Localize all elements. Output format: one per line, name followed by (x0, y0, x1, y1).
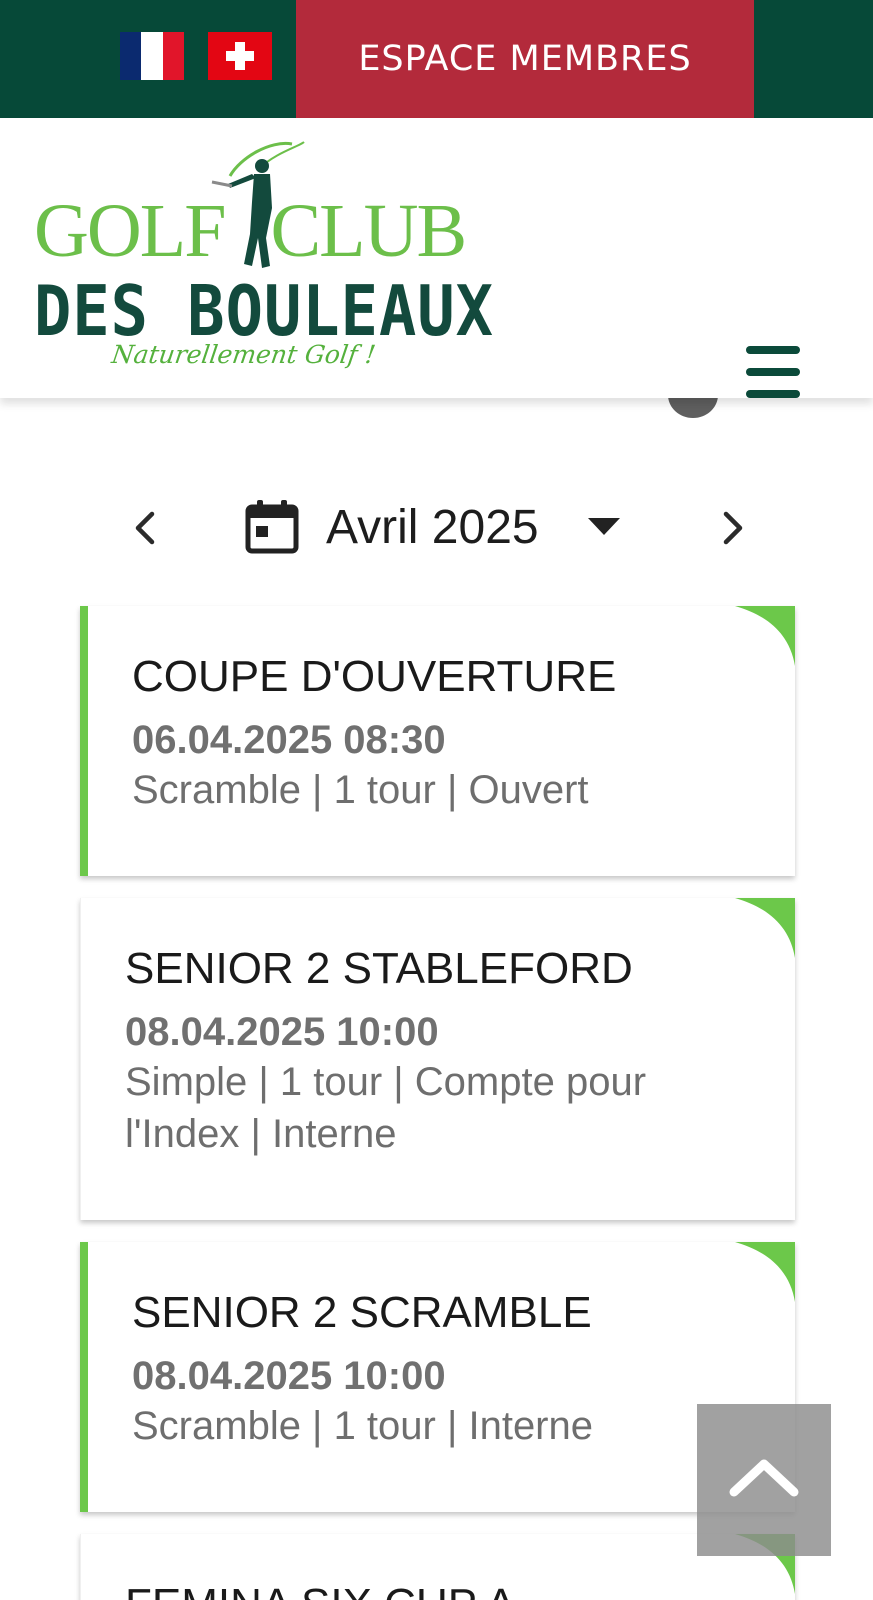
chevron-right-icon[interactable] (712, 506, 752, 550)
chevron-up-icon (729, 1459, 799, 1497)
club-logo[interactable]: GOLF CLUB DES BOULEAUX Naturellement Golf… (30, 138, 493, 378)
back-to-top-button[interactable] (697, 1404, 831, 1556)
members-area-button[interactable]: ESPACE MEMBRES (296, 0, 754, 118)
event-description: Scramble | 1 tour | Interne (132, 1404, 593, 1448)
hamburger-menu-icon[interactable] (744, 346, 802, 400)
caret-down-icon[interactable] (586, 515, 622, 537)
event-card[interactable]: SENIOR 2 STABLEFORD 08.04.2025 10:00 Sim… (80, 898, 795, 1220)
logo-tagline: Naturellement Golf ! (109, 340, 378, 369)
logo-wordmark: GOLF CLUB (34, 188, 467, 275)
logo-word-club: CLUB (270, 189, 467, 273)
page: ESPACE MEMBRES GOLF CLUB DES BOULEAUX Nat… (0, 0, 873, 1600)
calendar-icon[interactable] (244, 498, 300, 554)
event-title: COUPE D'OUVERTURE (132, 652, 617, 701)
event-title: SENIOR 2 STABLEFORD (125, 944, 633, 993)
event-description: Scramble | 1 tour | Ouvert (132, 768, 589, 812)
chevron-left-icon[interactable] (126, 506, 166, 550)
event-card[interactable]: SENIOR 2 SCRAMBLE 08.04.2025 10:00 Scram… (80, 1242, 795, 1512)
event-card[interactable]: COUPE D'OUVERTURE 06.04.2025 08:30 Scram… (80, 606, 795, 876)
event-card[interactable]: FEMINA SIX CUP A (80, 1534, 795, 1600)
event-description: Simple | 1 tour | Compte pour l'Index | … (125, 1060, 647, 1156)
top-bar: ESPACE MEMBRES (0, 0, 873, 118)
month-selector[interactable]: Avril 2025 (326, 500, 539, 555)
event-title: SENIOR 2 SCRAMBLE (132, 1288, 592, 1337)
swiss-flag-icon[interactable] (208, 32, 272, 80)
site-header: GOLF CLUB DES BOULEAUX Naturellement Golf… (0, 118, 873, 398)
event-title: FEMINA SIX CUP A (125, 1572, 755, 1600)
event-date: 08.04.2025 10:00 (125, 1010, 439, 1054)
event-date: 08.04.2025 10:00 (132, 1354, 446, 1398)
logo-word-golf: GOLF (34, 189, 226, 273)
event-date: 06.04.2025 08:30 (132, 718, 446, 762)
members-area-label: ESPACE MEMBRES (358, 39, 692, 79)
french-flag-icon[interactable] (120, 32, 184, 80)
